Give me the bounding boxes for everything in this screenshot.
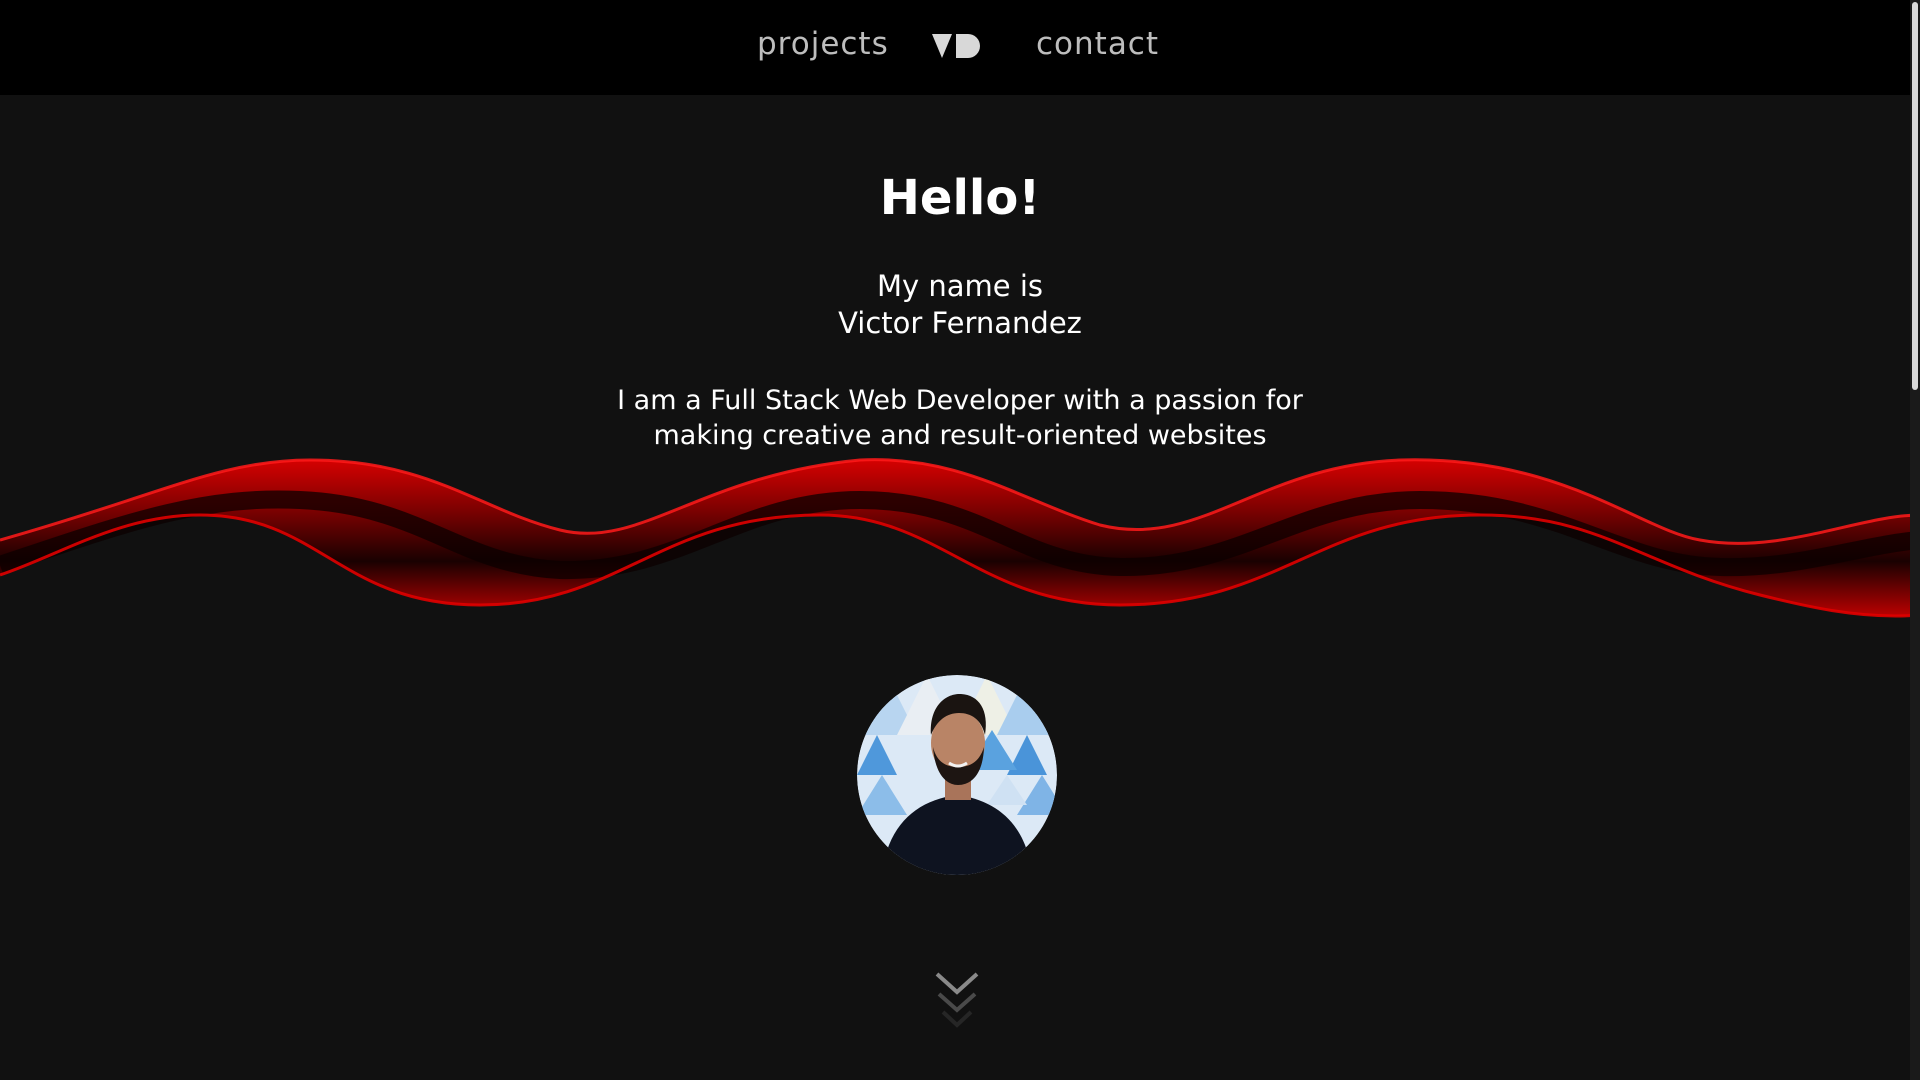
hero-tagline-line2: making creative and result-oriented webs… [653, 420, 1267, 451]
hero-tagline: I am a Full Stack Web Developer with a p… [0, 383, 1920, 453]
red-wave-decoration [0, 458, 1920, 618]
vd-monogram-icon[interactable] [932, 34, 982, 60]
profile-photo [857, 675, 1057, 875]
top-nav: projects contact [0, 0, 1920, 95]
hero-name-intro: My name is [876, 269, 1044, 303]
scrollbar-thumb[interactable] [1912, 2, 1918, 390]
hero-tagline-line1: I am a Full Stack Web Developer with a p… [617, 385, 1303, 416]
hero-title: Hello! [879, 170, 1041, 226]
hero-name: My name is Victor Fernandez [0, 268, 1920, 342]
nav-link-contact[interactable]: contact [1036, 26, 1159, 62]
avatar [857, 675, 1057, 875]
chevron-down-icon[interactable] [935, 970, 979, 1040]
page: projects contact Hello! My name is Victo… [0, 0, 1920, 1080]
hero-name-value: Victor Fernandez [838, 306, 1082, 340]
page-scrollbar[interactable] [1910, 0, 1920, 1080]
nav-link-projects[interactable]: projects [757, 26, 889, 62]
